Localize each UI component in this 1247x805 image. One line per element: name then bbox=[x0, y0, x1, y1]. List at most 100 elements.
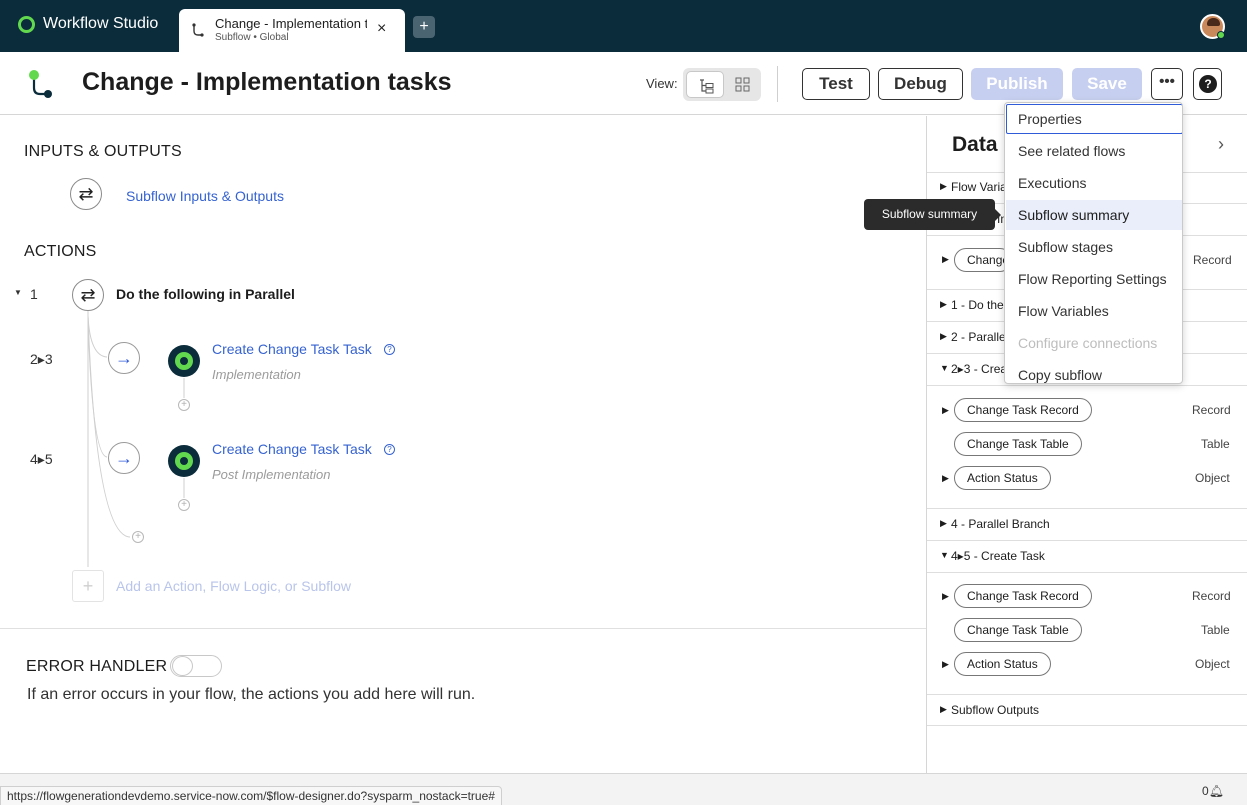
data-pill-type: Object bbox=[1195, 657, 1230, 671]
menu-item-subflow-stages[interactable]: Subflow stages bbox=[1006, 232, 1182, 262]
toggle-knob bbox=[172, 656, 193, 676]
subflow-logo-icon bbox=[29, 70, 52, 98]
subflow-icon bbox=[192, 23, 204, 37]
data-pill-type: Record bbox=[1192, 589, 1231, 603]
menu-item-see-related-flows[interactable]: See related flows bbox=[1006, 136, 1182, 166]
collapse-step-1-icon[interactable]: ▼ bbox=[14, 288, 22, 297]
status-bar: https://flowgenerationdevdemo.service-no… bbox=[0, 773, 1247, 805]
menu-item-executions[interactable]: Executions bbox=[1006, 168, 1182, 198]
status-url: https://flowgenerationdevdemo.service-no… bbox=[0, 786, 502, 805]
error-handler-title: ERROR HANDLER bbox=[26, 658, 168, 675]
expand-caret-icon: ▶ bbox=[940, 704, 947, 714]
data-pill-type: Record bbox=[1192, 403, 1231, 417]
row-divider bbox=[927, 725, 1247, 726]
info-icon[interactable]: ? bbox=[384, 344, 395, 355]
step-2-3-number: 2▸3 bbox=[30, 351, 53, 367]
view-toggle bbox=[683, 68, 761, 101]
info-icon[interactable]: ? bbox=[384, 444, 395, 455]
menu-item-configure-connections: Configure connections bbox=[1018, 335, 1158, 351]
debug-button[interactable]: Debug bbox=[878, 68, 963, 100]
add-action-plus-icon[interactable]: + bbox=[72, 570, 104, 602]
diagram-icon bbox=[735, 77, 750, 92]
test-button[interactable]: Test bbox=[802, 68, 870, 100]
publish-button[interactable]: Publish bbox=[971, 68, 1063, 100]
expand-caret-icon: ▶ bbox=[940, 181, 947, 191]
help-button[interactable]: ? bbox=[1193, 68, 1222, 100]
menu-item-flow-variables[interactable]: Flow Variables bbox=[1006, 296, 1182, 326]
expand-caret-icon: ▶ bbox=[940, 518, 947, 528]
data-pill-change-task-table[interactable]: Change Task Table bbox=[954, 618, 1082, 642]
app-brand[interactable]: Workflow Studio bbox=[18, 15, 158, 33]
row-divider bbox=[927, 540, 1247, 541]
step-4-5-action-link[interactable]: Create Change Task Task bbox=[212, 441, 372, 457]
data-pill-type: Table bbox=[1201, 437, 1230, 451]
data-pill-type: Table bbox=[1201, 623, 1230, 637]
flow-canvas: INPUTS & OUTPUTS ⇄ Subflow Inputs & Outp… bbox=[0, 116, 926, 773]
flow-connectors bbox=[87, 310, 185, 567]
step-2-3-subtitle: Implementation bbox=[212, 367, 301, 382]
tab-subtitle: Subflow • Global bbox=[215, 32, 289, 43]
bell-icon: 🔔︎ bbox=[1208, 784, 1224, 798]
data-pill-change-task-record[interactable]: Change Task Record bbox=[954, 584, 1092, 608]
expand-caret-icon: ▼ bbox=[940, 550, 949, 560]
parallel-icon[interactable]: ⇄ bbox=[72, 279, 104, 311]
expand-caret-icon[interactable]: ▶ bbox=[942, 254, 949, 265]
expand-caret-icon[interactable]: ▶ bbox=[942, 659, 949, 670]
menu-item-subflow-summary[interactable]: Subflow summary bbox=[1006, 200, 1182, 230]
tooltip: Subflow summary bbox=[864, 199, 1001, 230]
menu-item-copy-subflow[interactable]: Copy subflow bbox=[1006, 360, 1182, 383]
data-pill-change-task-record[interactable]: Change Task Record bbox=[954, 398, 1092, 422]
tab-close-icon[interactable]: × bbox=[377, 20, 386, 38]
data-pill-change-task-table[interactable]: Change Task Table bbox=[954, 432, 1082, 456]
list-view-button[interactable] bbox=[686, 71, 724, 98]
row-divider bbox=[927, 572, 1247, 573]
menu-item-flow-reporting-settings[interactable]: Flow Reporting Settings bbox=[1006, 264, 1182, 294]
header-separator bbox=[777, 66, 778, 102]
servicenow-action-icon bbox=[168, 345, 200, 377]
add-step-plus-icon[interactable]: + bbox=[178, 499, 190, 511]
expand-caret-icon: ▼ bbox=[940, 363, 949, 373]
workflow-studio-logo-icon bbox=[18, 15, 35, 33]
expand-caret-icon[interactable]: ▶ bbox=[942, 473, 949, 484]
add-action-link[interactable]: Add an Action, Flow Logic, or Subflow bbox=[116, 578, 351, 594]
app-top-bar: Workflow Studio Change - Implementation … bbox=[0, 0, 1247, 52]
error-handler-toggle[interactable] bbox=[170, 655, 222, 677]
tree-list-icon bbox=[700, 79, 714, 94]
row-divider bbox=[927, 694, 1247, 695]
tab-title: Change - Implementation tasks bbox=[215, 16, 367, 31]
page-title: Change - Implementation tasks bbox=[82, 68, 452, 96]
step-2-3-action-link[interactable]: Create Change Task Task bbox=[212, 341, 372, 357]
new-tab-button[interactable]: + bbox=[413, 16, 435, 38]
section-divider bbox=[0, 628, 926, 629]
view-label: View: bbox=[646, 76, 678, 91]
collapse-panel-chevron-icon[interactable]: › bbox=[1218, 134, 1224, 155]
expand-caret-icon: ▶ bbox=[940, 331, 947, 341]
help-icon: ? bbox=[1199, 75, 1217, 93]
expand-caret-icon[interactable]: ▶ bbox=[942, 405, 949, 416]
branch-arrow-icon[interactable]: → bbox=[108, 342, 140, 374]
add-step-plus-icon[interactable]: + bbox=[178, 399, 190, 411]
online-status-icon bbox=[1217, 31, 1225, 39]
tab-active-subflow[interactable]: Change - Implementation tasks Subflow • … bbox=[179, 9, 405, 52]
step-1-number: 1 bbox=[30, 286, 38, 302]
data-pill-type: Object bbox=[1195, 471, 1230, 485]
row-divider bbox=[927, 385, 1247, 386]
step-4-5-number: 4▸5 bbox=[30, 451, 53, 467]
menu-item-properties[interactable]: Properties bbox=[1006, 104, 1182, 134]
notification-count[interactable]: 0🔔︎ bbox=[1202, 784, 1224, 798]
step-1-label[interactable]: Do the following in Parallel bbox=[116, 286, 295, 302]
save-button[interactable]: Save bbox=[1072, 68, 1142, 100]
data-pill-type: Record bbox=[1193, 253, 1232, 267]
expand-caret-icon: ▶ bbox=[940, 299, 947, 309]
diagram-view-button[interactable] bbox=[727, 71, 758, 98]
servicenow-action-icon bbox=[168, 445, 200, 477]
expand-caret-icon[interactable]: ▶ bbox=[942, 591, 949, 602]
data-pill-action-status[interactable]: Action Status bbox=[954, 466, 1051, 490]
data-panel-title: Data bbox=[952, 133, 998, 156]
step-4-5-subtitle: Post Implementation bbox=[212, 467, 331, 482]
more-actions-menu: Properties See related flows Executions … bbox=[1004, 102, 1183, 384]
more-actions-button[interactable]: ••• bbox=[1151, 68, 1183, 100]
add-branch-plus-icon[interactable]: + bbox=[132, 531, 144, 543]
data-pill-action-status[interactable]: Action Status bbox=[954, 652, 1051, 676]
branch-arrow-icon[interactable]: → bbox=[108, 442, 140, 474]
